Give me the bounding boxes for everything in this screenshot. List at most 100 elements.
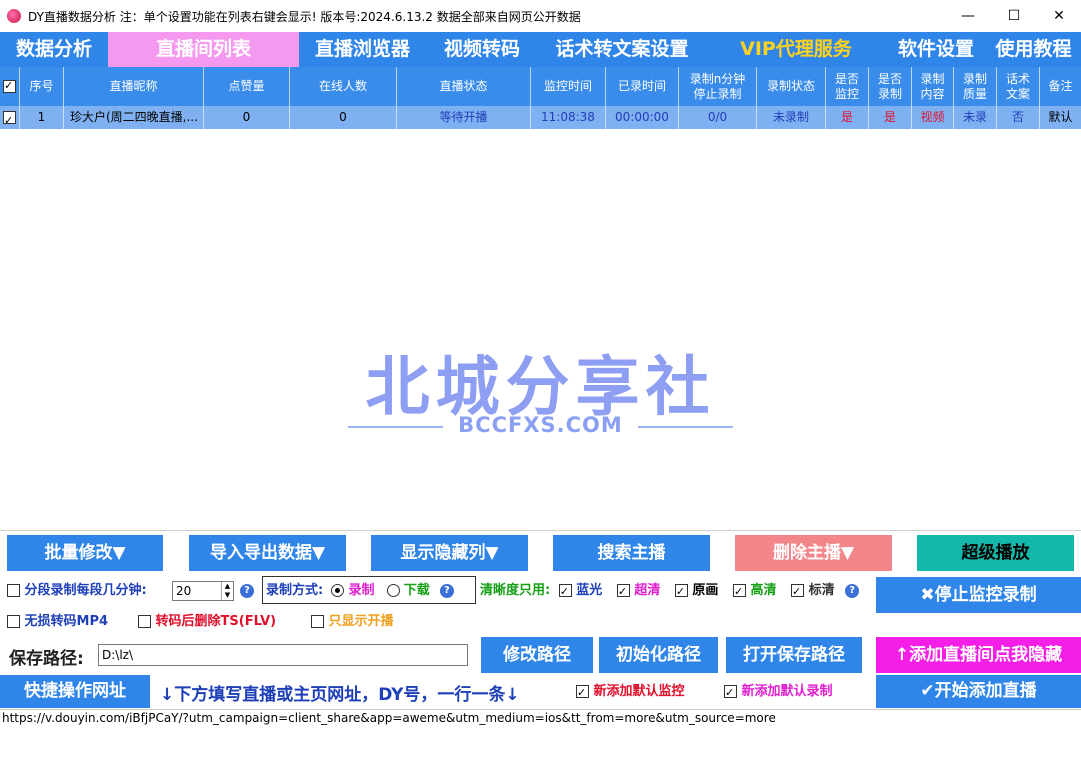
- save-path-label: 保存路径:: [9, 649, 84, 669]
- delete-ts-option[interactable]: 转码后删除TS(FLV): [138, 612, 276, 632]
- tab-live-browser[interactable]: 直播浏览器: [299, 32, 426, 67]
- default-record-checkbox[interactable]: [724, 683, 737, 703]
- cell-is-record: 是: [869, 106, 912, 129]
- init-path-button[interactable]: 初始化路径: [599, 637, 718, 673]
- col-speech-copy[interactable]: 话术 文案: [997, 67, 1040, 106]
- col-live-status[interactable]: 直播状态: [397, 67, 531, 106]
- only-live-checkbox[interactable]: [311, 615, 324, 628]
- col-record-content[interactable]: 录制 内容: [912, 67, 954, 106]
- quality-standard-label[interactable]: 标清: [809, 583, 835, 598]
- col-nickname[interactable]: 直播昵称: [64, 67, 204, 106]
- quality-standard-checkbox[interactable]: [791, 582, 805, 602]
- quality-super-checkbox[interactable]: [616, 582, 630, 602]
- quality-high-label[interactable]: 高清: [751, 583, 777, 598]
- lossless-mp4-option[interactable]: 无损转码MP4: [7, 612, 108, 632]
- quick-url-button[interactable]: 快捷操作网址: [0, 675, 150, 708]
- modify-path-button[interactable]: 修改路径: [481, 637, 593, 673]
- row-checkbox-cell[interactable]: [0, 106, 20, 129]
- stepper-arrows-icon[interactable]: ▲ ▼: [221, 582, 233, 600]
- col-record-quality[interactable]: 录制 质量: [954, 67, 997, 106]
- tab-live-room-list[interactable]: 直播间列表: [108, 32, 299, 67]
- quality-original-checkbox[interactable]: [674, 582, 688, 602]
- delete-ts-checkbox[interactable]: [138, 615, 151, 628]
- lossless-mp4-label[interactable]: 无损转码MP4: [25, 614, 109, 629]
- cell-online: 0: [290, 106, 397, 129]
- add-room-hide-button[interactable]: ↑添加直播间点我隐藏: [876, 637, 1081, 673]
- tab-data-analysis[interactable]: 数据分析: [0, 32, 108, 67]
- cell-record-quality: 未录: [954, 106, 997, 129]
- col-index[interactable]: 序号: [20, 67, 64, 106]
- col-is-record[interactable]: 是否 录制: [869, 67, 912, 106]
- start-add-button[interactable]: ✔开始添加直播: [876, 675, 1081, 708]
- quality-bluray-checkbox[interactable]: [558, 582, 572, 602]
- col-recorded-time[interactable]: 已录时间: [606, 67, 679, 106]
- record-mode-label: 录制方式:: [266, 583, 324, 598]
- table-row[interactable]: 1 珍大户(周二四晚直播,... 0 0 等待开播 11:08:38 00:00…: [0, 106, 1081, 129]
- delete-ts-label[interactable]: 转码后删除TS(FLV): [156, 614, 277, 629]
- super-play-button[interactable]: 超级播放: [917, 535, 1074, 571]
- tab-speech-to-text-settings[interactable]: 话术转文案设置: [538, 32, 706, 67]
- batch-edit-button[interactable]: 批量修改▼: [7, 535, 163, 571]
- quality-super-label[interactable]: 超清: [634, 583, 660, 598]
- default-record-label[interactable]: 新添加默认录制: [742, 684, 833, 699]
- tab-vip-agent[interactable]: VIP代理服务: [706, 32, 886, 67]
- col-online[interactable]: 在线人数: [290, 67, 397, 106]
- save-path-input[interactable]: D:\lz\: [98, 644, 468, 666]
- cell-monitor-time: 11:08:38: [531, 106, 606, 129]
- import-export-button[interactable]: 导入导出数据▼: [189, 535, 346, 571]
- segment-minutes-value: 20: [176, 584, 192, 598]
- cell-speech-copy: 否: [997, 106, 1040, 129]
- col-likes[interactable]: 点赞量: [204, 67, 290, 106]
- quality-original-label[interactable]: 原画: [692, 583, 718, 598]
- stop-monitor-button[interactable]: ✖停止监控录制: [876, 577, 1081, 613]
- cell-recorded-time: 00:00:00: [606, 106, 679, 129]
- quality-high-checkbox[interactable]: [732, 582, 746, 602]
- url-textarea[interactable]: https://v.douyin.com/iBfjPCaY/?utm_campa…: [0, 709, 1081, 776]
- watermark-line-right: [638, 426, 733, 428]
- segment-record-checkbox[interactable]: [7, 584, 20, 597]
- open-save-path-button[interactable]: 打开保存路径: [726, 637, 862, 673]
- search-host-button[interactable]: 搜索主播: [553, 535, 710, 571]
- maximize-button[interactable]: ☐: [991, 0, 1037, 32]
- show-hidden-columns-button[interactable]: 显示隐藏列▼: [371, 535, 528, 571]
- segment-minutes-stepper[interactable]: 20 ▲ ▼: [172, 581, 234, 601]
- cell-record-status: 未录制: [757, 106, 826, 129]
- col-remark[interactable]: 备注: [1040, 67, 1081, 106]
- col-record-status[interactable]: 录制状态: [757, 67, 826, 106]
- mode-download-radio[interactable]: [386, 584, 400, 597]
- default-record-option[interactable]: 新添加默认录制: [724, 682, 833, 703]
- select-all-checkbox[interactable]: [3, 78, 16, 93]
- close-button[interactable]: ✕: [1036, 0, 1081, 32]
- mode-download-label[interactable]: 下载: [404, 583, 430, 598]
- mode-record-radio[interactable]: [331, 584, 345, 597]
- tab-tutorial[interactable]: 使用教程: [986, 32, 1081, 67]
- col-is-monitor[interactable]: 是否 监控: [826, 67, 869, 106]
- row-checkbox[interactable]: [3, 109, 16, 129]
- record-mode-option: 录制方式: 录制 下载 ?: [266, 581, 454, 601]
- divider: [0, 530, 1081, 531]
- lossless-mp4-checkbox[interactable]: [7, 615, 20, 628]
- only-live-option[interactable]: 只显示开播: [311, 612, 394, 632]
- minimize-button[interactable]: —: [945, 0, 991, 32]
- cell-likes: 0: [204, 106, 290, 129]
- record-mode-help-icon[interactable]: ?: [439, 583, 454, 598]
- tab-software-settings[interactable]: 软件设置: [886, 32, 986, 67]
- select-all-checkbox-cell[interactable]: [0, 67, 20, 106]
- quality-help-icon[interactable]: ?: [845, 583, 860, 598]
- delete-host-button[interactable]: 删除主播▼: [735, 535, 892, 571]
- default-monitor-label[interactable]: 新添加默认监控: [594, 684, 685, 699]
- watermark-url: BCCFXS.COM: [458, 413, 623, 437]
- col-monitor-time[interactable]: 监控时间: [531, 67, 606, 106]
- quality-bluray-label[interactable]: 蓝光: [576, 583, 602, 598]
- app-icon: [7, 9, 21, 23]
- mode-record-label[interactable]: 录制: [348, 583, 374, 598]
- col-stop-after-n[interactable]: 录制n分钟 停止录制: [679, 67, 757, 106]
- only-live-label[interactable]: 只显示开播: [329, 614, 394, 629]
- tab-video-transcode[interactable]: 视频转码: [426, 32, 538, 67]
- cell-record-content: 视频: [912, 106, 954, 129]
- default-monitor-checkbox[interactable]: [576, 683, 589, 703]
- segment-help-icon[interactable]: ?: [240, 584, 254, 598]
- default-monitor-option[interactable]: 新添加默认监控: [576, 682, 685, 703]
- segment-record-option[interactable]: 分段录制每段几分钟:: [7, 581, 147, 601]
- segment-record-label: 分段录制每段几分钟:: [24, 583, 147, 598]
